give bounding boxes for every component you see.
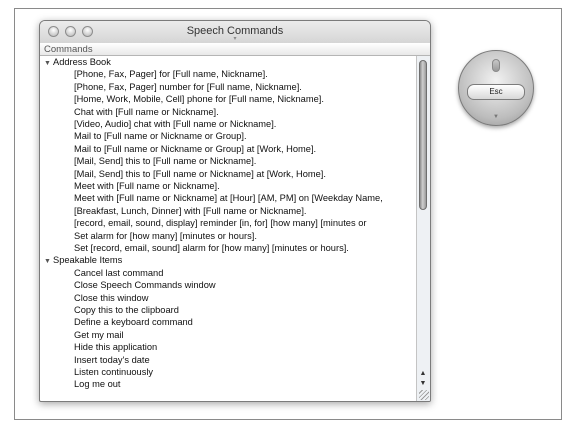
vertical-scrollbar[interactable]: ▲ ▼ [416, 56, 430, 401]
command-item[interactable]: [Mail, Send] this to [Full name or Nickn… [40, 155, 256, 167]
command-item[interactable]: [Video, Audio] chat with [Full name or N… [40, 118, 276, 130]
commands-list[interactable]: ▼ Address Book [Phone, Fax, Pager] for [Fu… [40, 56, 417, 401]
command-item[interactable]: [record, email, sound, display] reminder… [40, 217, 366, 229]
command-item[interactable]: [Phone, Fax, Pager] for [Full name, Nick… [40, 68, 268, 80]
group-label: Speakable Items [53, 255, 123, 266]
scroll-down-arrow-icon[interactable]: ▼ [417, 379, 429, 389]
scroll-up-arrow-icon[interactable]: ▲ [417, 369, 429, 379]
scrollbar-thumb[interactable] [419, 60, 427, 210]
command-item[interactable]: Insert today's date [40, 354, 150, 366]
toolbar-notch-icon: ▾ [233, 36, 237, 42]
command-item[interactable]: Get my mail [40, 329, 124, 341]
speech-feedback-widget[interactable]: Esc ▼ [458, 50, 534, 126]
command-item[interactable]: [Phone, Fax, Pager] number for [Full nam… [40, 81, 302, 93]
command-item[interactable]: Meet with [Full name or Nickname] at [Ho… [40, 192, 383, 204]
command-item[interactable]: Set [record, email, sound] alarm for [ho… [40, 242, 349, 254]
command-item[interactable]: [Breakfast, Lunch, Dinner] with [Full na… [40, 205, 307, 217]
command-item[interactable]: Define a keyboard command [40, 316, 193, 328]
command-item[interactable]: Cancel last command [40, 267, 163, 279]
command-item[interactable]: Close Speech Commands window [40, 279, 216, 291]
command-item[interactable]: Copy this to the clipboard [40, 304, 179, 316]
command-item[interactable]: Set alarm for [how many] [minutes or hou… [40, 230, 257, 242]
command-item[interactable]: Listen continuously [40, 366, 153, 378]
group-label: Address Book [53, 57, 111, 67]
commands-column-header[interactable]: Commands [40, 43, 430, 56]
command-item[interactable]: Close this window [40, 292, 148, 304]
group-header[interactable]: ▼ Address Book [40, 56, 111, 68]
resize-grip-icon[interactable] [419, 390, 429, 400]
command-item[interactable]: Meet with [Full name or Nickname]. [40, 180, 220, 192]
command-item[interactable]: Mail to [Full name or Nickname or Group]… [40, 143, 316, 155]
group-header[interactable]: ▼ Speakable Items [40, 254, 122, 266]
command-item[interactable]: [Home, Work, Mobile, Cell] phone for [Fu… [40, 93, 324, 105]
esc-key-indicator: Esc [467, 84, 525, 100]
command-item[interactable]: Log me out [40, 378, 121, 390]
chevron-down-icon[interactable]: ▼ [459, 114, 533, 120]
command-item[interactable]: Mail to [Full name or Nickname or Group]… [40, 130, 247, 142]
title-bar[interactable]: Speech Commands ▾ [40, 21, 430, 44]
command-item[interactable]: Hide this application [40, 341, 157, 353]
command-item[interactable]: [Mail, Send] this to [Full name or Nickn… [40, 168, 326, 180]
command-item[interactable]: Chat with [Full name or Nickname]. [40, 106, 219, 118]
microphone-icon [492, 59, 500, 72]
speech-commands-window: Speech Commands ▾ Commands ▼ Address Book… [39, 20, 431, 402]
